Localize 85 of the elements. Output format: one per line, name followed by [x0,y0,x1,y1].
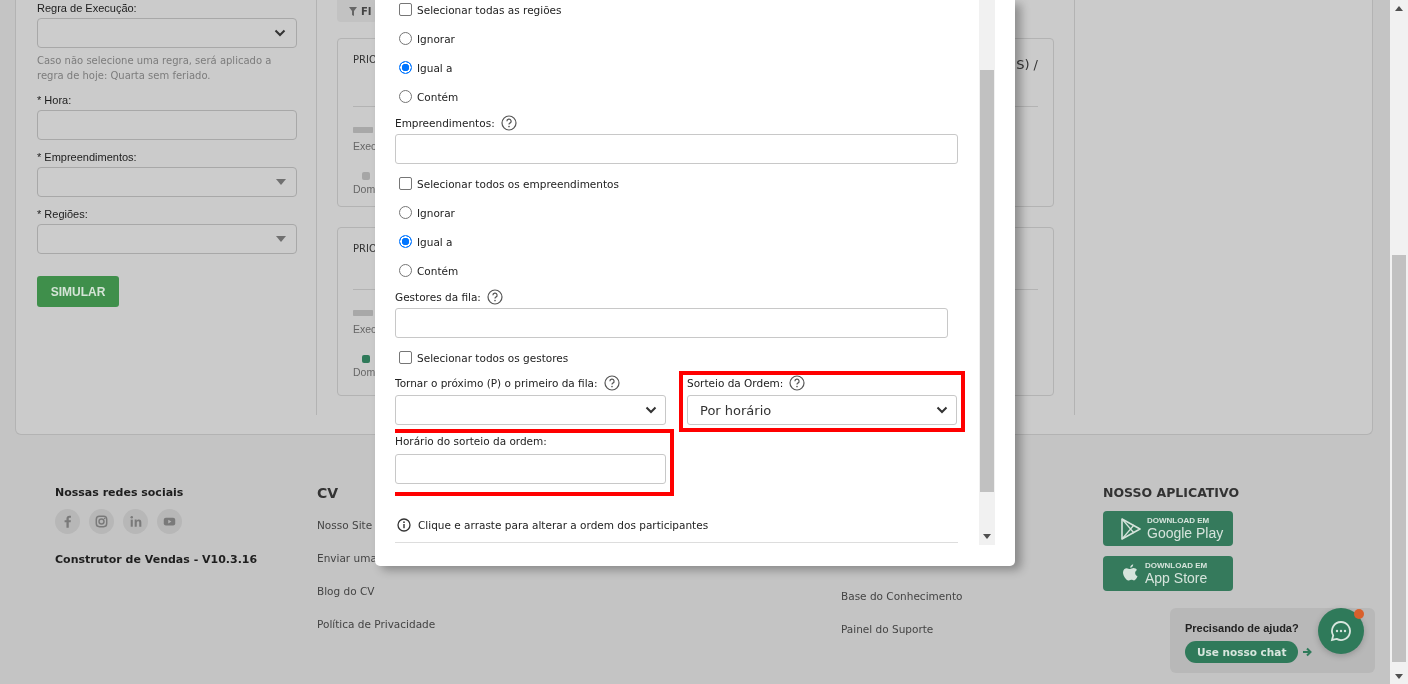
card-title: S) / [1016,57,1038,73]
dropdown-field[interactable] [37,224,297,254]
play-icon [1121,517,1141,540]
scrollbar[interactable] [1390,0,1408,684]
info-icon [397,518,411,532]
checkbox-label: Selecionar todos os empreendimentos [417,177,619,190]
field-label: Gestores da fila: [395,290,481,303]
radio-button[interactable] [399,90,412,103]
instagram-icon[interactable] [89,509,114,534]
radio-label: Ignorar [417,206,455,219]
info-text: Clique e arraste para alterar a ordem dos participantes [418,519,709,531]
arrow-right-icon [1302,647,1313,657]
simulate-button[interactable]: SIMULAR [37,276,119,307]
radio-label: Igual a [417,61,453,74]
field-label: * Regiões: [37,207,89,222]
execution-label: Exec [353,139,375,153]
radio-label: Contém [417,90,459,103]
radio-label: Ignorar [417,32,455,45]
field-label: Sorteio da Ordem: [687,377,784,389]
youtube-icon[interactable] [157,509,182,534]
footer-heading: Nossas redes sociais [55,486,184,500]
store-name: Google Play [1147,525,1224,541]
checkbox[interactable] [399,3,412,16]
scroll-down-icon[interactable] [1395,674,1403,679]
version-text: Construtor de Vendas - V10.3.16 [55,553,258,566]
filter-tab[interactable]: FI [337,0,377,22]
chat-icon [1330,620,1352,642]
radio-button[interactable] [399,32,412,45]
radio-button[interactable] [399,206,412,219]
store-name: App Store [1145,570,1208,586]
footer-link[interactable]: Painel do Suporte [841,622,934,636]
caret-icon [276,236,286,242]
field-label: Empreendimentos: [395,116,495,129]
radio-button[interactable] [399,235,412,248]
help-icon[interactable] [486,288,503,305]
footer-heading: CV [317,485,339,501]
day-label: Dom [353,182,375,196]
scrollbar[interactable] [979,0,995,545]
chevron-down-icon [936,406,948,414]
footer-link[interactable]: Blog do CV [317,584,375,598]
field-label: Regra de Execução: [37,1,138,16]
field-label: * Empreendimentos: [37,150,138,165]
select-field[interactable] [395,395,666,425]
checkbox[interactable] [399,351,412,364]
checkbox-label: Selecionar todas as regiões [417,3,562,16]
field-label: Tornar o próximo (P) o primeiro da fila: [395,377,598,389]
dropdown-field[interactable] [37,167,297,197]
checkbox-label: Selecionar todos os gestores [417,351,569,364]
day-label: Dom [353,365,375,379]
checkbox[interactable] [399,177,412,190]
radio-button[interactable] [399,61,412,74]
input-field[interactable] [395,308,948,338]
badge-caption: DOWNLOAD EM [1147,516,1211,525]
caret-icon [276,179,286,185]
filter-icon [349,6,357,16]
scroll-up-icon[interactable] [1395,6,1403,11]
linkedin-icon[interactable] [123,509,148,534]
chevron-down-icon [274,29,286,37]
input-field[interactable] [37,110,297,140]
radio-button[interactable] [399,264,412,277]
input-field[interactable] [395,134,958,164]
facebook-icon[interactable] [55,509,80,534]
hint-text: Caso não selecione uma regra, será aplicado a regra de hoje: Quarta sem feriado. [37,54,273,83]
badge-caption: DOWNLOAD EM [1145,561,1208,570]
input-field[interactable] [395,454,666,484]
footer-link[interactable]: Política de Privacidade [317,617,436,631]
chat-button[interactable]: Use nosso chat [1185,641,1299,663]
help-icon[interactable] [603,375,620,391]
radio-label: Contém [417,264,459,277]
help-icon[interactable] [789,375,806,391]
help-question: Precisando de ajuda? [1185,621,1299,635]
store-badge[interactable]: DOWNLOAD EM App Store [1103,556,1233,591]
radio-label: Igual a [417,235,453,248]
footer-link[interactable]: Nosso Site [317,518,373,532]
field-label: Horário do sorteio da ordem: [395,435,547,447]
help-icon[interactable] [500,114,517,131]
footer-heading: NOSSO APLICATIVO [1103,485,1240,501]
select-field[interactable]: Por horário [687,395,957,425]
field-label: * Hora: [37,93,73,108]
chevron-down-icon [645,406,657,414]
store-badge[interactable]: DOWNLOAD EM Google Play [1103,511,1233,546]
scroll-down-icon[interactable] [983,534,991,539]
footer-link[interactable]: Base do Conhecimento [841,589,963,603]
execution-label: Exec [353,322,375,336]
filter-tab-label: FI [361,5,372,17]
